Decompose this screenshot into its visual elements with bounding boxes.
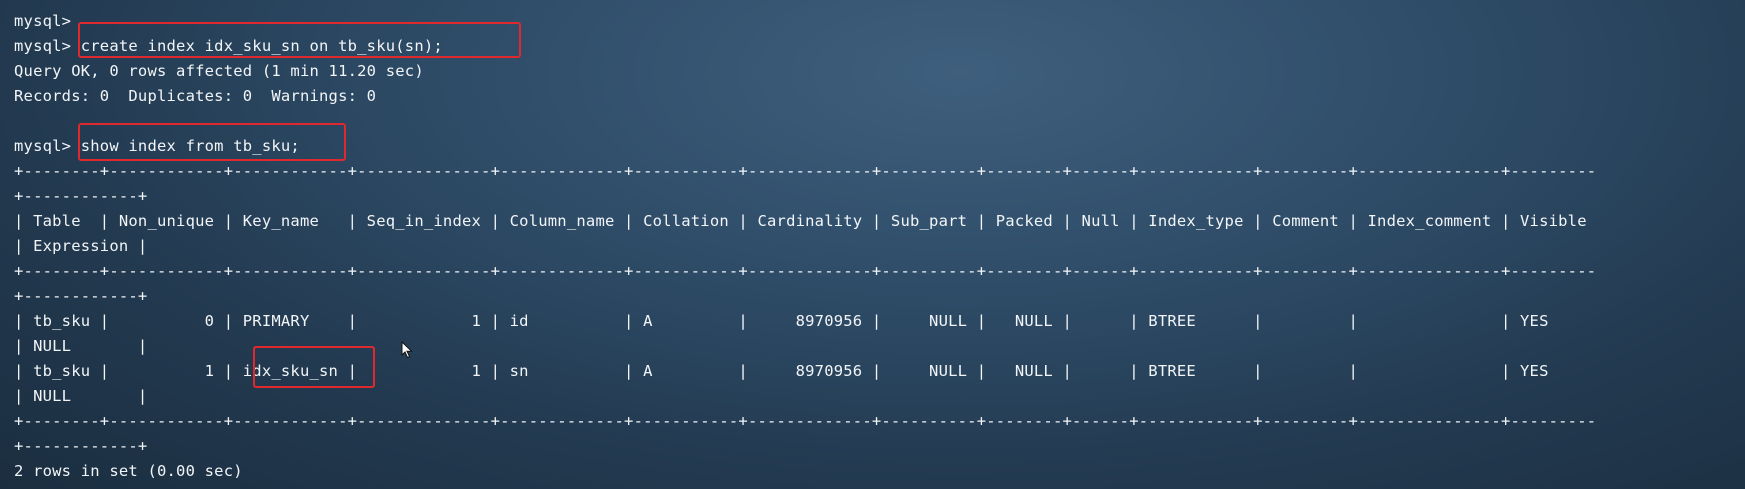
table-header-row: | Table | Non_unique | Key_name | Seq_in… [14, 212, 1587, 230]
table-border-line: +--------+------------+------------+----… [14, 262, 1597, 280]
table-border-line-wrap: +------------+ [14, 287, 148, 305]
create-index-highlight-box [78, 22, 521, 58]
table-row-primary: | tb_sku | 0 | PRIMARY | 1 | id | A | 89… [14, 312, 1549, 330]
idx-sku-sn-highlight-box [253, 346, 375, 388]
mouse-pointer-icon [401, 340, 413, 363]
table-border-line-wrap: +------------+ [14, 187, 148, 205]
table-border-line-wrap: +------------+ [14, 437, 148, 455]
rows-in-set-line: 2 rows in set (0.00 sec) [14, 462, 243, 480]
terminal-output: mysql> mysql> create index idx_sku_sn on… [14, 9, 1739, 484]
records-line: Records: 0 Duplicates: 0 Warnings: 0 [14, 87, 377, 105]
show-index-highlight-box [78, 123, 346, 161]
query-ok-line: Query OK, 0 rows affected (1 min 11.20 s… [14, 62, 424, 80]
table-header-row-wrap: | Expression | [14, 237, 148, 255]
terminal-window[interactable]: { "terminal": { "lines": [ "mysql>", "my… [0, 0, 1745, 489]
table-border-line: +--------+------------+------------+----… [14, 162, 1597, 180]
table-border-line: +--------+------------+------------+----… [14, 412, 1597, 430]
